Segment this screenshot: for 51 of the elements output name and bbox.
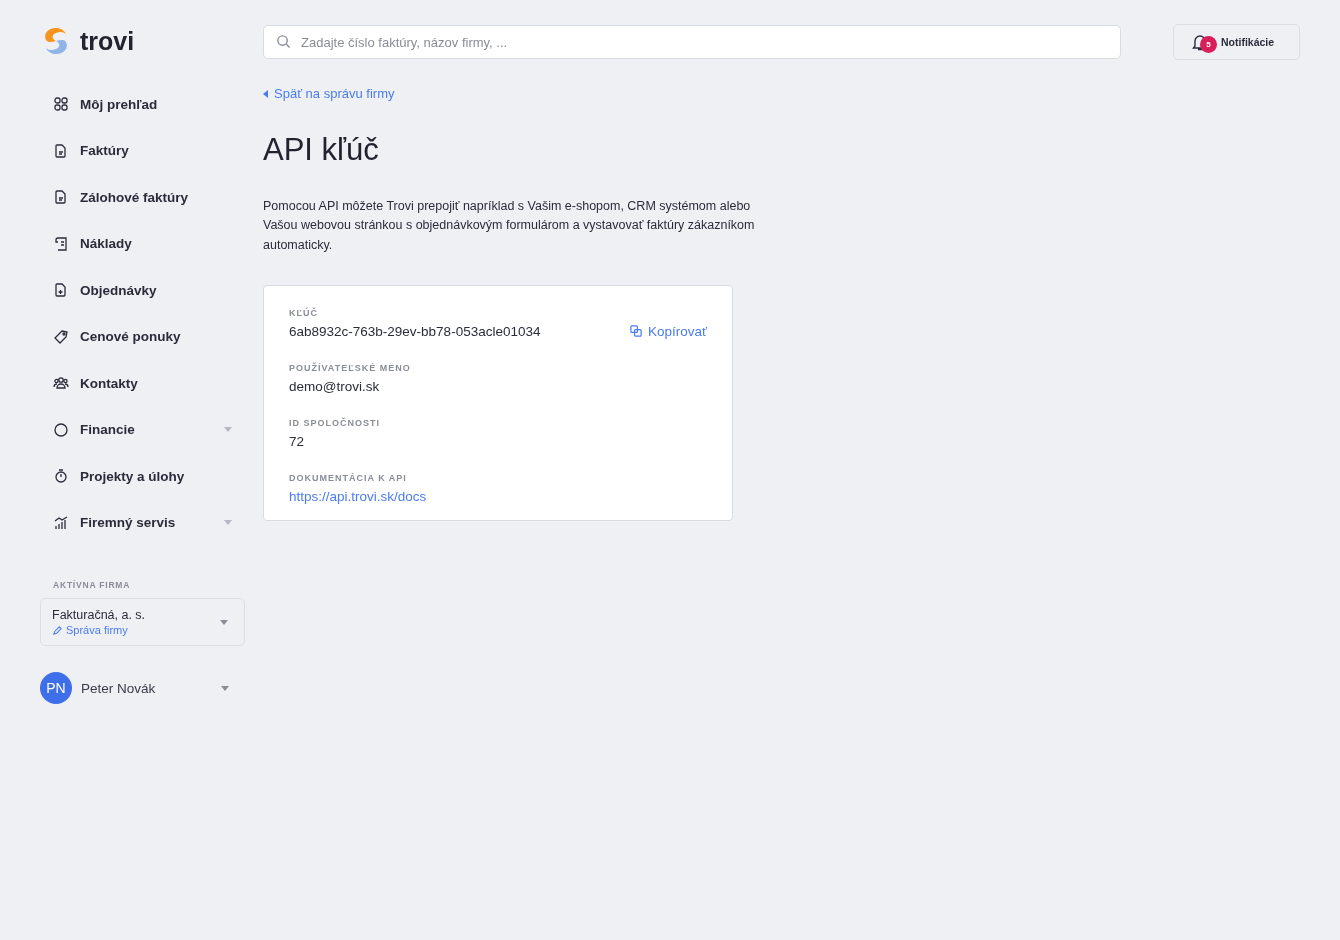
notifications-button[interactable]: 5 Notifikácie bbox=[1173, 24, 1300, 60]
copy-link[interactable]: Kopírovať bbox=[629, 324, 707, 339]
receipt-icon bbox=[53, 235, 69, 252]
user-name: Peter Novák bbox=[81, 680, 157, 696]
page-title: API kľúč bbox=[263, 131, 380, 168]
nav-item[interactable]: Firemný servis bbox=[40, 499, 245, 546]
field-value: demo@trovi.sk bbox=[289, 379, 381, 394]
field-label: POUŽÍVATEĽSKÉ MENO bbox=[289, 363, 412, 373]
docs-link[interactable]: https://api.trovi.sk/docs bbox=[289, 489, 427, 504]
manage-company-link[interactable]: Správa firmy bbox=[52, 624, 220, 636]
grid-icon bbox=[53, 96, 69, 113]
people-icon bbox=[53, 375, 69, 392]
field-label: KĽÚČ bbox=[289, 308, 319, 318]
search-icon bbox=[276, 34, 291, 49]
nav-item[interactable]: Objednávky bbox=[40, 267, 245, 314]
avatar: PN bbox=[40, 672, 72, 704]
document-plus-icon bbox=[53, 282, 69, 299]
field-value: 72 bbox=[289, 434, 306, 449]
copy-icon bbox=[629, 325, 643, 338]
section-heading: AKTÍVNA FIRMA bbox=[53, 580, 132, 590]
nav-item[interactable]: Môj prehľad bbox=[40, 81, 245, 128]
company-selector[interactable]: Fakturačná, a. s. Správa firmy bbox=[40, 598, 245, 646]
stopwatch-icon bbox=[53, 468, 69, 485]
notification-count: 5 bbox=[1200, 36, 1217, 53]
user-menu[interactable]: PN Peter Novák bbox=[40, 672, 245, 704]
chart-icon bbox=[53, 514, 69, 531]
nav-item[interactable]: Financie bbox=[40, 406, 245, 453]
field-label: ID SPOLOČNOSTI bbox=[289, 418, 381, 428]
caret-icon bbox=[224, 427, 232, 433]
nav-item[interactable]: Faktúry bbox=[40, 127, 245, 174]
document-icon bbox=[53, 142, 69, 159]
field-label: DOKUMENTÁCIA K API bbox=[289, 473, 408, 483]
caret-icon bbox=[263, 89, 268, 98]
caret-icon bbox=[221, 685, 229, 691]
company-name: Fakturačná, a. s. bbox=[52, 608, 147, 622]
caret-icon bbox=[220, 619, 228, 625]
tag-icon bbox=[53, 328, 69, 345]
field-value: 6ab8932c-763b-29ev-bb78-053acle01034 bbox=[289, 324, 542, 339]
nav-item[interactable]: Zálohové faktúry bbox=[40, 174, 245, 221]
nav-item[interactable]: Projekty a úlohy bbox=[40, 453, 245, 500]
search-field[interactable]: Zadajte číslo faktúry, názov firmy, ... bbox=[263, 25, 1121, 59]
logo-text: trovi bbox=[80, 26, 135, 56]
pencil-icon bbox=[52, 624, 63, 636]
caret-icon bbox=[224, 520, 232, 526]
nav-item[interactable]: Náklady bbox=[40, 220, 245, 267]
description: Pomocou API môžete Trovi prepojiť napríklad s Vašim e-shopom, CRM systémom alebo Vašou webovou stránkou s objednávkovým formulárom a vystavovať faktúry zákazníkom automaticky. bbox=[263, 197, 756, 254]
document-icon bbox=[53, 189, 69, 206]
circle-icon bbox=[53, 421, 69, 438]
back-link[interactable]: Späť na správu firmy bbox=[263, 86, 395, 101]
nav-item[interactable]: Cenové ponuky bbox=[40, 313, 245, 360]
nav-item[interactable]: Kontakty bbox=[40, 360, 245, 407]
